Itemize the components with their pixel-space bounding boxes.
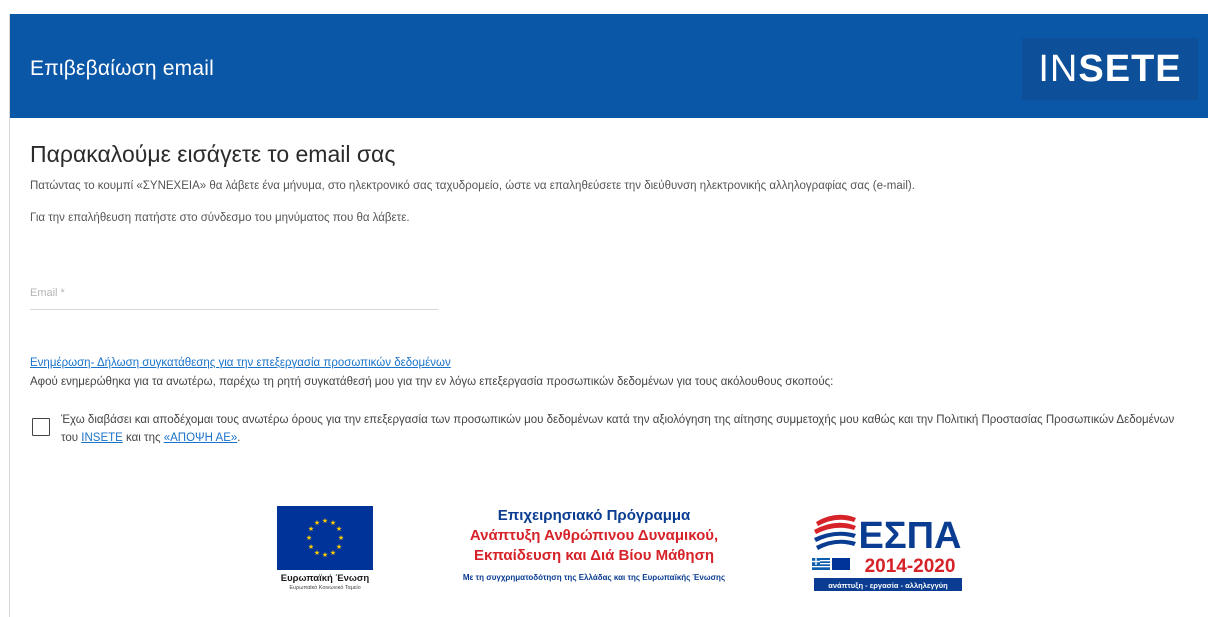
operational-programme-logo: Επιχειρησιακό Πρόγραμμα Ανάπτυξη Ανθρώπι… [418, 506, 770, 582]
eu-label: Ευρωπαϊκή Ένωση [280, 573, 370, 584]
op-cofunding-text: Με τη συγχρηματοδότηση της Ελλάδας και τ… [462, 573, 726, 582]
espa-logo: ΕΣΠΑ 2014-2020 ανάπτυξη - εργασία - αλλη… [810, 506, 970, 594]
eu-small-flag-icon [832, 558, 850, 570]
form-heading: Παρακαλούμε εισάγετε το email σας [30, 141, 396, 167]
svg-text:★: ★ [336, 525, 342, 533]
svg-text:★: ★ [336, 543, 342, 551]
eu-sublabel: Ευρωπαϊκό Κοινωνικό Ταμείο [289, 585, 361, 591]
svg-text:★: ★ [322, 551, 328, 559]
insete-logo: INSETE [1022, 38, 1198, 100]
eu-logo: ★ ★ ★ ★ ★ ★ ★ ★ ★ ★ ★ ★ Ευρωπαϊκή Ένωση … [275, 506, 375, 592]
svg-text:★: ★ [322, 517, 328, 525]
consent-checkbox[interactable] [32, 418, 50, 436]
apopsi-link[interactable]: «ΑΠΟΨΗ ΑΕ» [164, 432, 238, 444]
svg-text:★: ★ [314, 549, 320, 557]
op-line-1: Ανάπτυξη Ανθρώπινου Δυναμικού, [469, 527, 719, 544]
op-line-2: Εκπαίδευση και Διά Βίου Μάθηση [473, 547, 715, 564]
op-title: Επιχειρησιακό Πρόγραμμα [497, 507, 691, 524]
eu-flag-icon: ★ ★ ★ ★ ★ ★ ★ ★ ★ ★ ★ ★ [277, 506, 373, 570]
svg-text:★: ★ [306, 534, 312, 542]
espa-logo-graphic: ΕΣΠΑ 2014-2020 ανάπτυξη - εργασία - αλλη… [812, 514, 962, 591]
email-field[interactable] [30, 276, 438, 310]
greek-flag-icon [812, 558, 830, 570]
svg-text:★: ★ [308, 543, 314, 551]
svg-text:★: ★ [330, 549, 336, 557]
consent-info-link[interactable]: Ενημέρωση- Δήλωση συγκατάθεσης για την ε… [30, 357, 451, 369]
espa-tagline: ανάπτυξη - εργασία - αλληλεγγύη [828, 581, 948, 590]
espa-years: 2014-2020 [865, 556, 956, 577]
consent-description: Αφού ενημερώθηκα για τα ανωτέρω, παρέχω … [30, 376, 834, 388]
info-text-verify: Για την επαλήθευση πατήστε στο σύνδεσμο … [30, 212, 410, 224]
espa-name: ΕΣΠΑ [858, 515, 961, 557]
insete-link[interactable]: INSETE [81, 432, 123, 444]
consent-checkbox-label: Έχω διαβάσει και αποδέχομαι τους ανωτέρω… [61, 414, 1175, 444]
svg-text:★: ★ [314, 519, 320, 527]
page-title: Επιβεβαίωση email [30, 57, 214, 80]
insete-logo-text: INSETE [1038, 47, 1182, 90]
svg-text:★: ★ [338, 534, 344, 542]
page-header: Επιβεβαίωση email INSETE [10, 14, 1208, 118]
info-text-continue: Πατώντας το κουμπί «ΣΥΝΕΧΕΙΑ» θα λάβετε … [30, 180, 915, 192]
